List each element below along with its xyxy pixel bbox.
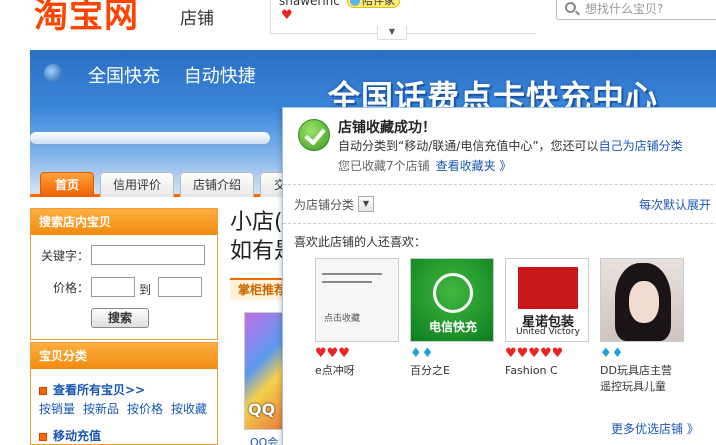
image-detail (322, 281, 372, 283)
price-min-input[interactable] (91, 277, 135, 297)
self-categorize-link[interactable]: 自己为店铺分类 (599, 139, 683, 153)
sort-by-new[interactable]: 按新品 (83, 402, 119, 416)
bullet-icon (39, 432, 47, 441)
mobile-recharge-label: 移动充值 (53, 429, 102, 443)
view-favorites-link[interactable]: 查看收藏夹 》 (436, 159, 512, 173)
search-placeholder: 想找什么宝贝? (585, 2, 664, 16)
banner-nav-quick-recharge[interactable]: 全国快充 (88, 66, 160, 87)
user-badge: 陪伴家 (347, 0, 400, 8)
shop-thumbnail[interactable] (600, 258, 684, 342)
recommend-tag: 掌柜推荐 (230, 278, 290, 300)
recommended-shop[interactable]: 星诺包装 United Victory ♥♥♥♥♥ Fashion C (505, 258, 589, 379)
keyword-input[interactable] (91, 245, 205, 265)
also-like-label: 喜欢此店铺的人还喜欢： (294, 235, 427, 249)
shop-search-panel: 搜索店内宝贝 关键字： 价格： 到 搜索 (30, 208, 218, 340)
tab-shop-info[interactable]: 店铺介绍 (180, 172, 254, 197)
sort-by-price[interactable]: 按价格 (127, 402, 163, 416)
popup-count-line: 您已收藏7个店铺 查看收藏夹 》 (338, 157, 511, 174)
telecom-logo-icon (433, 273, 473, 313)
banner-decoration (30, 132, 270, 144)
price-to-label: 到 (139, 283, 152, 297)
shop-image-text: 电信快充 (428, 320, 477, 334)
category-select-label: 为店铺分类 (294, 198, 355, 212)
heart-rating-icon: ♥♥♥♥♥ (505, 346, 564, 361)
shop-name[interactable]: e点冲呀 (315, 363, 399, 379)
tab-reviews[interactable]: 信用评价 (100, 172, 174, 197)
price-max-input[interactable] (158, 277, 202, 297)
portrait-face (629, 281, 659, 323)
mobile-recharge-link[interactable]: 移动充值 (39, 427, 101, 444)
sort-by-favorites[interactable]: 按收藏 (171, 402, 207, 416)
popup-category-line: 自动分类到“移动/联通/电信充值中心”，您还可以自己为店铺分类 (338, 137, 683, 154)
shop-name[interactable]: Fashion C (505, 363, 589, 379)
popup-title: 店铺收藏成功！ (338, 120, 436, 136)
popup-line2-prefix: 自动分类到 (338, 139, 399, 153)
category-title: 宝贝分类 (31, 343, 217, 369)
divider (283, 184, 716, 185)
brand-logo-icon (518, 267, 578, 309)
recommended-shop[interactable]: 电信快充 ♦♦ 百分之E (410, 258, 494, 379)
category-dropdown-icon[interactable]: ▼ (358, 196, 374, 212)
username[interactable]: shawerinc (279, 0, 340, 8)
heart-rating-icon: ♥♥♥ (315, 346, 350, 361)
product-image-label: QQ (248, 400, 276, 419)
diamond-rating-icon: ♦♦ (410, 346, 434, 361)
banner-nav: 全国快充 自动快捷 (88, 62, 274, 88)
dropdown-arrow-icon[interactable]: ▼ (377, 26, 407, 40)
shop-rating: ♥♥♥♥♥ (505, 345, 589, 363)
category-panel: 宝贝分类 查看所有宝贝>> 按销量 按新品 按价格 按收藏 移动充值 (30, 342, 218, 445)
shop-search-title: 搜索店内宝贝 (31, 209, 217, 235)
search-button[interactable]: 搜索 (91, 308, 149, 328)
banner-orb-icon (44, 64, 62, 82)
popup-category-name: “移动/联通/电信充值中心” (398, 139, 539, 153)
search-icon (565, 2, 576, 13)
bullet-icon (39, 386, 47, 395)
diamond-rating-icon: ♦♦ (600, 346, 624, 361)
default-expand-link[interactable]: 每次默认展开 (639, 196, 711, 213)
sort-links: 按销量 按新品 按价格 按收藏 (39, 400, 215, 417)
tab-home[interactable]: 首页 (40, 172, 94, 197)
all-items-link[interactable]: 查看所有宝贝>> (39, 381, 145, 398)
shop-thumbnail[interactable]: 点击收藏 (315, 258, 399, 342)
search-input[interactable]: 想找什么宝贝? (556, 0, 716, 20)
shop-rating: ♦♦ (600, 345, 684, 363)
shop-thumbnail[interactable]: 星诺包装 United Victory (505, 258, 589, 342)
shop-image-text: 点击收藏 (324, 314, 361, 324)
shop-rating: ♦♦ (410, 345, 494, 363)
shop-thumbnail[interactable]: 电信快充 (410, 258, 494, 342)
logo-subtitle: 店铺 (180, 9, 214, 29)
shop-name[interactable]: DD玩具店主营 遥控玩具儿童 (600, 363, 684, 395)
recommended-shop[interactable]: 点击收藏 ♥♥♥ e点冲呀 (315, 258, 399, 379)
recommended-shop[interactable]: ♦♦ DD玩具店主营 遥控玩具儿童 (600, 258, 684, 395)
more-shops-link[interactable]: 更多优选店铺 》 (611, 420, 699, 437)
shop-image-subtext: United Victory (516, 327, 580, 337)
favorite-count: 您已收藏7个店铺 (338, 159, 430, 173)
price-label: 价格： (53, 281, 90, 295)
check-icon (298, 119, 330, 151)
popup-line2-mid: ，您还可以 (538, 139, 599, 153)
keyword-label: 关键字： (41, 249, 90, 263)
banner-nav-auto[interactable]: 自动快捷 (184, 66, 256, 87)
all-items-label: 查看所有宝贝>> (53, 383, 146, 397)
sort-by-sales[interactable]: 按销量 (39, 402, 75, 416)
heart-icon: ♥ (281, 8, 293, 23)
image-detail (322, 273, 382, 275)
taobao-logo[interactable]: 淘宝网 (34, 0, 139, 37)
favorite-success-popup: 店铺收藏成功！ 自动分类到“移动/联通/电信充值中心”，您还可以自己为店铺分类 … (282, 107, 716, 445)
shop-name[interactable]: 百分之E (410, 363, 494, 379)
product-link[interactable]: QQ会 (250, 434, 278, 445)
divider (283, 223, 716, 224)
shop-rating: ♥♥♥ (315, 345, 399, 363)
